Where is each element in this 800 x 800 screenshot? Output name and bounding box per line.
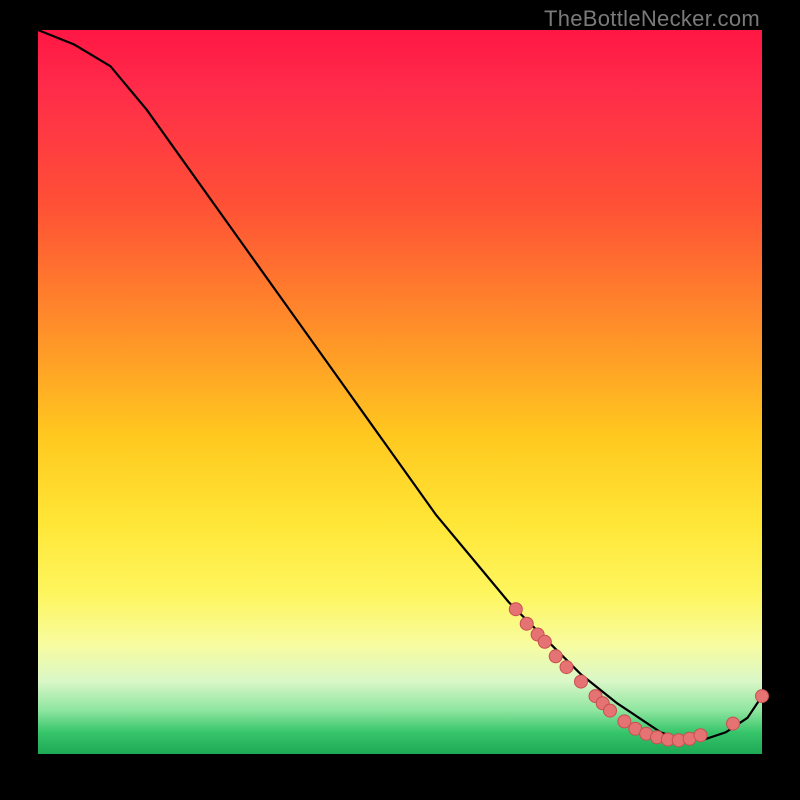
data-marker bbox=[604, 704, 617, 717]
plot-area bbox=[38, 30, 762, 754]
data-marker bbox=[575, 675, 588, 688]
data-marker bbox=[549, 650, 562, 663]
data-marker bbox=[756, 690, 769, 703]
data-marker bbox=[520, 617, 533, 630]
marker-group bbox=[509, 603, 768, 747]
data-marker bbox=[509, 603, 522, 616]
data-marker bbox=[694, 729, 707, 742]
data-marker bbox=[560, 661, 573, 674]
chart-svg bbox=[38, 30, 762, 754]
bottleneck-curve bbox=[38, 30, 762, 740]
chart-stage: TheBottleNecker.com bbox=[0, 0, 800, 800]
watermark-text: TheBottleNecker.com bbox=[544, 6, 760, 32]
data-marker bbox=[727, 717, 740, 730]
data-marker bbox=[538, 635, 551, 648]
